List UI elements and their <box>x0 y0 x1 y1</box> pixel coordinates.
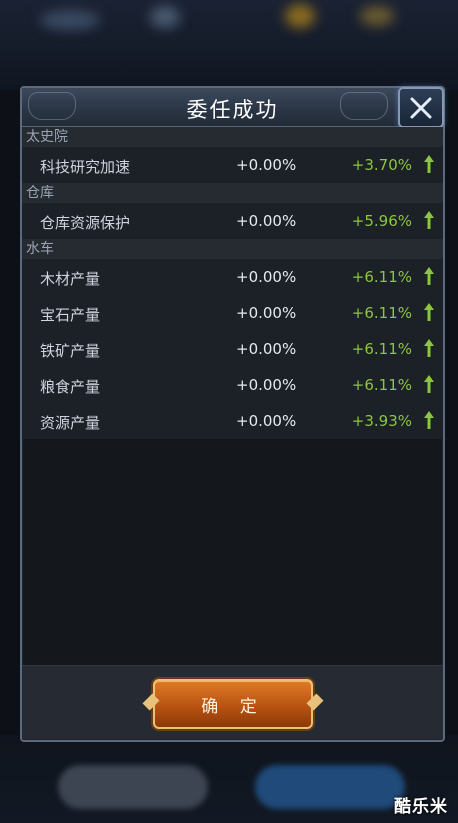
base-value: +0.00% <box>236 156 297 174</box>
up-arrow-icon <box>424 211 434 229</box>
base-value: +0.00% <box>236 340 297 358</box>
confirm-button[interactable]: 确 定 <box>153 679 313 729</box>
watermark-logo: 酷乐米 <box>394 797 448 817</box>
base-value: +0.00% <box>236 304 297 322</box>
background-blur-blob <box>40 10 100 30</box>
background-blur-blob <box>360 6 394 26</box>
background-blur-blob <box>285 4 315 28</box>
close-button[interactable] <box>398 87 444 128</box>
commission-success-dialog: 委任成功 太史院 科技研究加速 +0.00% +3.70% 仓库 仓库资源保护 … <box>20 86 445 742</box>
bonus-value: +6.11% <box>351 376 412 394</box>
bonus-row: 宝石产量 +0.00% +6.11% <box>22 295 443 331</box>
up-arrow-icon <box>424 155 434 173</box>
bonus-value: +3.70% <box>351 156 412 174</box>
bonus-value: +6.11% <box>351 340 412 358</box>
bonus-row: 铁矿产量 +0.00% +6.11% <box>22 331 443 367</box>
background-blur-pill <box>255 765 405 809</box>
dialog-footer: 确 定 <box>22 665 443 739</box>
bonus-row: 粮食产量 +0.00% +6.11% <box>22 367 443 403</box>
bonus-label: 铁矿产量 <box>40 342 101 360</box>
bonus-value: +3.93% <box>351 412 412 430</box>
base-value: +0.00% <box>236 376 297 394</box>
category-header: 太史院 <box>22 127 443 147</box>
base-value: +0.00% <box>236 268 297 286</box>
dialog-title: 委任成功 <box>186 98 279 122</box>
bonus-row: 仓库资源保护 +0.00% +5.96% <box>22 203 443 239</box>
base-value: +0.00% <box>236 212 297 230</box>
up-arrow-icon <box>424 339 434 357</box>
close-x-icon <box>410 97 432 118</box>
bonus-value: +5.96% <box>351 212 412 230</box>
bonus-value: +6.11% <box>351 268 412 286</box>
base-value: +0.00% <box>236 412 297 430</box>
bonus-list: 太史院 科技研究加速 +0.00% +3.70% 仓库 仓库资源保护 +0.00… <box>22 127 443 439</box>
bonus-row: 科技研究加速 +0.00% +3.70% <box>22 147 443 183</box>
up-arrow-icon <box>424 375 434 393</box>
bonus-label: 粮食产量 <box>40 378 101 396</box>
category-header: 仓库 <box>22 183 443 203</box>
background-blur-blob <box>150 6 180 28</box>
bonus-label: 科技研究加速 <box>40 158 131 176</box>
up-arrow-icon <box>424 303 434 321</box>
up-arrow-icon <box>424 411 434 429</box>
bonus-row: 木材产量 +0.00% +6.11% <box>22 259 443 295</box>
up-arrow-icon <box>424 267 434 285</box>
bonus-row: 资源产量 +0.00% +3.93% <box>22 403 443 439</box>
dialog-header: 委任成功 <box>22 87 444 128</box>
bonus-label: 宝石产量 <box>40 306 101 324</box>
background-blur-pill <box>58 765 208 809</box>
bonus-label: 木材产量 <box>40 270 101 288</box>
bonus-label: 资源产量 <box>40 414 101 432</box>
bonus-label: 仓库资源保护 <box>40 214 131 232</box>
category-header: 水车 <box>22 239 443 259</box>
bonus-value: +6.11% <box>351 304 412 322</box>
